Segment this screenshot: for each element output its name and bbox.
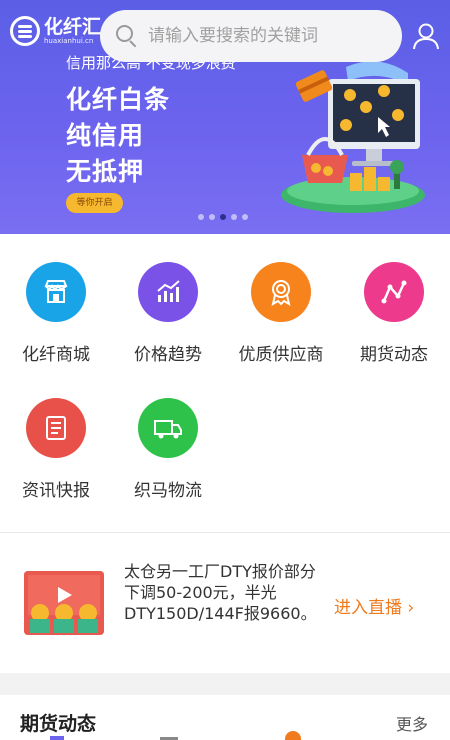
banner-dot[interactable]: [231, 214, 237, 220]
banner-dot[interactable]: [198, 214, 204, 220]
grid-item-suppliers[interactable]: 优质供应商: [225, 262, 337, 372]
grid-label: 期货动态: [360, 345, 428, 365]
live-news-card[interactable]: 太仓另一工厂DTY报价部分下调50-200元，半光DTY150D/144F报96…: [0, 533, 450, 673]
live-news-text: 太仓另一工厂DTY报价部分下调50-200元，半光DTY150D/144F报96…: [124, 562, 317, 623]
tab-notification-badge: [285, 731, 301, 740]
section-title: 期货动态: [20, 713, 97, 735]
tab-home-icon[interactable]: [50, 736, 64, 740]
banner-computer-coins-illustration: [281, 61, 425, 213]
banner-pagination[interactable]: [198, 214, 248, 220]
banner-dot-active[interactable]: [220, 214, 226, 220]
search-input[interactable]: [148, 26, 388, 46]
shop-icon: [26, 262, 86, 322]
futures-section-header: 期货动态 更多: [0, 695, 450, 740]
enter-live-link[interactable]: 进入直播 ›: [334, 593, 414, 618]
logo-mark-icon: [10, 16, 40, 46]
grid-item-futures[interactable]: 期货动态: [338, 262, 450, 372]
banner-dot[interactable]: [209, 214, 215, 220]
grid-label: 优质供应商: [238, 345, 324, 365]
grid-label: 价格趋势: [134, 345, 202, 365]
banner-headline-1: 化纤白条: [66, 85, 171, 114]
grid-item-logistics[interactable]: 织马物流: [112, 398, 224, 508]
more-link[interactable]: 更多: [396, 711, 428, 735]
logo-domain: huaxianhui.cn: [44, 36, 94, 45]
app-logo[interactable]: 化纤汇 huaxianhui.cn: [10, 16, 101, 46]
section-gap: [0, 673, 450, 695]
search-bar[interactable]: [100, 10, 402, 62]
grid-item-mall[interactable]: 化纤商城: [0, 262, 112, 372]
grid-item-news[interactable]: 资讯快报: [0, 398, 112, 508]
banner-headline-3: 无抵押: [66, 157, 145, 186]
line-graph-icon: [364, 262, 424, 322]
grid-label: 资讯快报: [22, 481, 90, 501]
banner-headline-2: 纯信用: [66, 121, 145, 150]
medal-icon: [251, 262, 311, 322]
truck-icon: [138, 398, 198, 458]
trend-chart-icon: [138, 262, 198, 322]
grid-item-price-trend[interactable]: 价格趋势: [112, 262, 224, 372]
search-icon: [116, 25, 138, 48]
banner-open-button[interactable]: 等你开启: [66, 193, 123, 213]
news-icon: [26, 398, 86, 458]
grid-label: 织马物流: [134, 481, 202, 501]
live-broadcast-thumbnail: [24, 571, 104, 635]
page: 化纤汇 huaxianhui.cn 信用那么高 不变现多浪费 化纤白条 纯信用 …: [0, 0, 450, 740]
banner-dot[interactable]: [242, 214, 248, 220]
grid-label: 化纤商城: [22, 345, 90, 365]
logo-name: 化纤汇: [44, 15, 102, 38]
user-profile-icon[interactable]: [412, 22, 440, 50]
